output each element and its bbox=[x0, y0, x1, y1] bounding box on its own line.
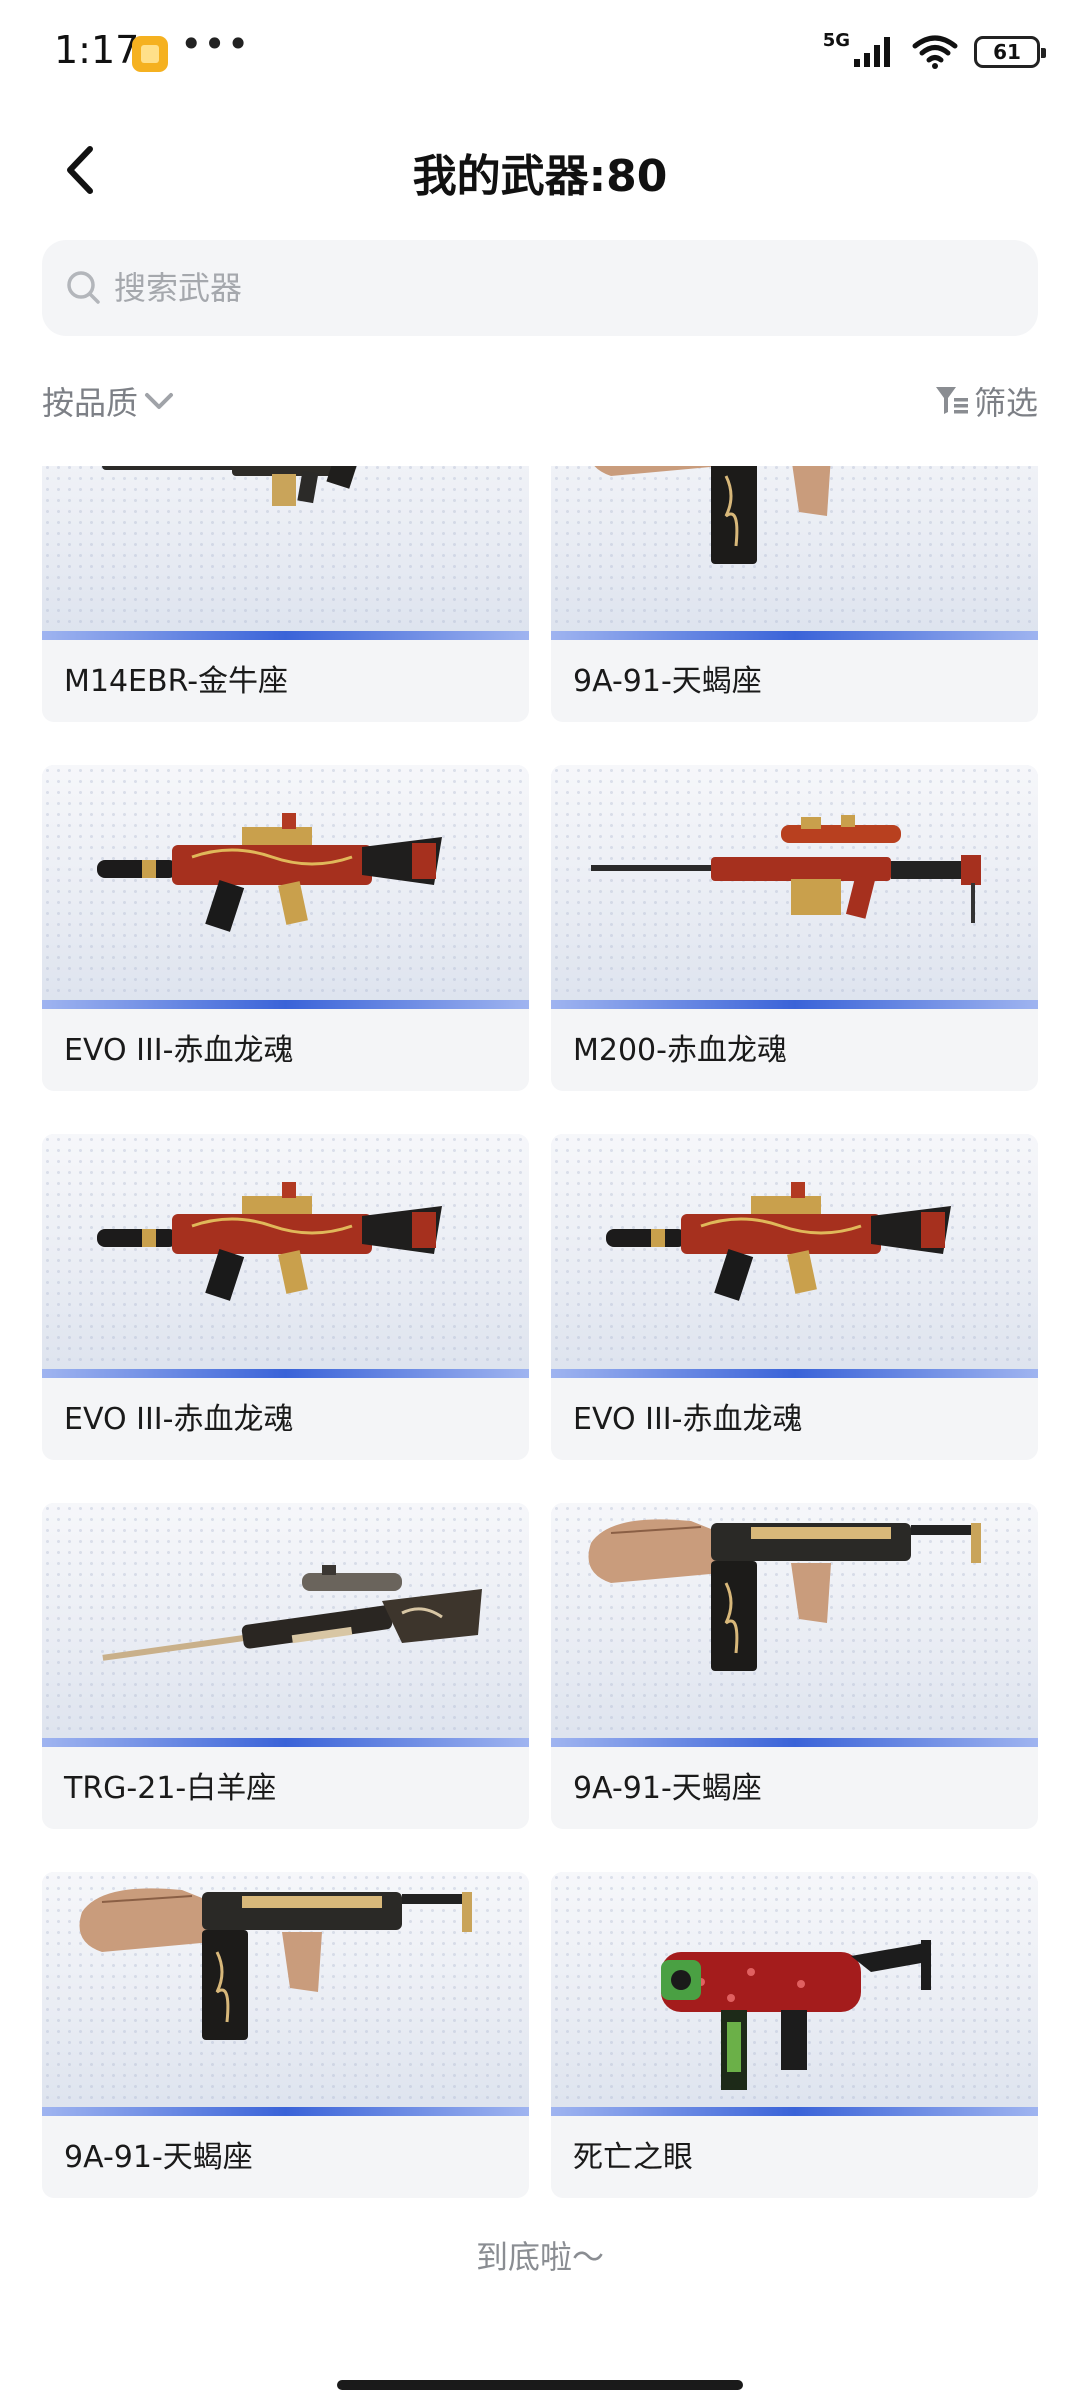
rarity-stripe bbox=[42, 1000, 529, 1009]
rarity-stripe bbox=[551, 631, 1038, 640]
battery-icon: 61 bbox=[974, 36, 1046, 68]
sniper-red-gold-dragon-icon bbox=[591, 815, 981, 923]
end-of-list-text: 到底啦～ bbox=[475, 2238, 604, 2276]
search-icon bbox=[64, 268, 104, 308]
weapon-image bbox=[42, 1503, 529, 1746]
weapon-image bbox=[551, 765, 1038, 1008]
carbine-copper-scorpion-icon bbox=[79, 1888, 472, 2040]
weapon-image bbox=[42, 466, 529, 639]
weapon-card[interactable]: M200-赤血龙魂 bbox=[551, 765, 1038, 1091]
weapon-name: EVO III-赤血龙魂 bbox=[64, 1033, 294, 1068]
smg-red-gold-dragon-icon bbox=[606, 1182, 951, 1301]
status-bar: 1:17 ••• 5G 61 bbox=[0, 0, 1080, 110]
weapon-image bbox=[42, 1872, 529, 2115]
weapon-image bbox=[42, 1134, 529, 1377]
page-title: 我的武器:80 bbox=[412, 151, 668, 202]
weapon-card[interactable]: EVO III-赤血龙魂 bbox=[42, 1134, 529, 1460]
rarity-stripe bbox=[551, 2107, 1038, 2116]
network-type-label: 5G bbox=[822, 29, 850, 51]
chevron-down-icon bbox=[145, 393, 174, 409]
weapon-name: TRG-21-白羊座 bbox=[64, 1771, 277, 1806]
status-indicators: 5G 61 bbox=[822, 29, 1046, 74]
weapon-card[interactable]: EVO III-赤血龙魂 bbox=[42, 765, 529, 1091]
rarity-stripe bbox=[551, 1000, 1038, 1009]
weapon-grid: M14EBR-金牛座 9A-91-天蝎座 EVO III-赤血龙魂 M200-赤… bbox=[42, 466, 1038, 2198]
weapon-image bbox=[551, 1872, 1038, 2115]
machine-pistol-red-green-icon bbox=[661, 1940, 931, 2090]
weapon-image bbox=[551, 1134, 1038, 1377]
weapon-card[interactable]: 9A-91-天蝎座 bbox=[551, 466, 1038, 722]
weapon-name: 9A-91-天蝎座 bbox=[573, 664, 762, 699]
rarity-stripe bbox=[42, 631, 529, 640]
weapon-list[interactable]: M14EBR-金牛座 9A-91-天蝎座 EVO III-赤血龙魂 M200-赤… bbox=[0, 466, 1080, 2236]
weapon-image bbox=[551, 466, 1038, 639]
filter-funnel-icon bbox=[935, 387, 968, 414]
weapon-name: EVO III-赤血龙魂 bbox=[64, 1402, 294, 1437]
weapon-name: 死亡之眼 bbox=[573, 2140, 693, 2175]
more-notifications-icon: ••• bbox=[180, 22, 251, 66]
sniper-bronze-ram-icon bbox=[102, 1565, 482, 1661]
weapon-card[interactable]: 死亡之眼 bbox=[551, 1872, 1038, 2198]
weapon-name: 9A-91-天蝎座 bbox=[64, 2140, 253, 2175]
rarity-stripe bbox=[551, 1369, 1038, 1378]
weapon-card[interactable]: 9A-91-天蝎座 bbox=[42, 1872, 529, 2198]
home-indicator[interactable] bbox=[337, 2380, 743, 2390]
weapon-name: EVO III-赤血龙魂 bbox=[573, 1402, 803, 1437]
smg-red-gold-dragon-icon bbox=[97, 813, 442, 932]
status-time: 1:17 bbox=[54, 28, 140, 72]
carbine-copper-scorpion-icon bbox=[588, 1519, 981, 1671]
rarity-stripe bbox=[42, 2107, 529, 2116]
weapon-card[interactable]: M14EBR-金牛座 bbox=[42, 466, 529, 722]
weapon-card[interactable]: 9A-91-天蝎座 bbox=[551, 1503, 1038, 1829]
search-bar[interactable] bbox=[42, 240, 1038, 336]
weapon-image bbox=[42, 765, 529, 1008]
filter-bar: 按品质 筛选 bbox=[42, 372, 1038, 432]
weapon-name: 9A-91-天蝎座 bbox=[573, 1771, 762, 1806]
search-input[interactable] bbox=[114, 269, 994, 307]
filter-button[interactable]: 筛选 bbox=[934, 378, 1038, 424]
rarity-stripe bbox=[42, 1369, 529, 1378]
weapon-card[interactable]: TRG-21-白羊座 bbox=[42, 1503, 529, 1829]
weapon-card[interactable]: EVO III-赤血龙魂 bbox=[551, 1134, 1038, 1460]
sort-label: 按品质 bbox=[42, 384, 139, 422]
sort-by-quality-dropdown[interactable]: 按品质 bbox=[42, 378, 176, 424]
carbine-copper-scorpion-icon bbox=[594, 466, 831, 564]
header: 我的武器:80 bbox=[0, 120, 1080, 220]
weapon-image bbox=[551, 1503, 1038, 1746]
battery-level: 61 bbox=[993, 40, 1021, 64]
rifle-gold-black-icon bbox=[102, 466, 361, 506]
weapon-name: M200-赤血龙魂 bbox=[573, 1033, 787, 1068]
weapon-name: M14EBR-金牛座 bbox=[64, 664, 289, 699]
smg-red-gold-dragon-icon bbox=[97, 1182, 442, 1301]
wifi-icon bbox=[912, 35, 958, 69]
notes-app-icon bbox=[132, 36, 168, 72]
rarity-stripe bbox=[42, 1738, 529, 1747]
cellular-signal-icon bbox=[854, 37, 890, 67]
rarity-stripe bbox=[551, 1738, 1038, 1747]
filter-label: 筛选 bbox=[973, 384, 1038, 422]
